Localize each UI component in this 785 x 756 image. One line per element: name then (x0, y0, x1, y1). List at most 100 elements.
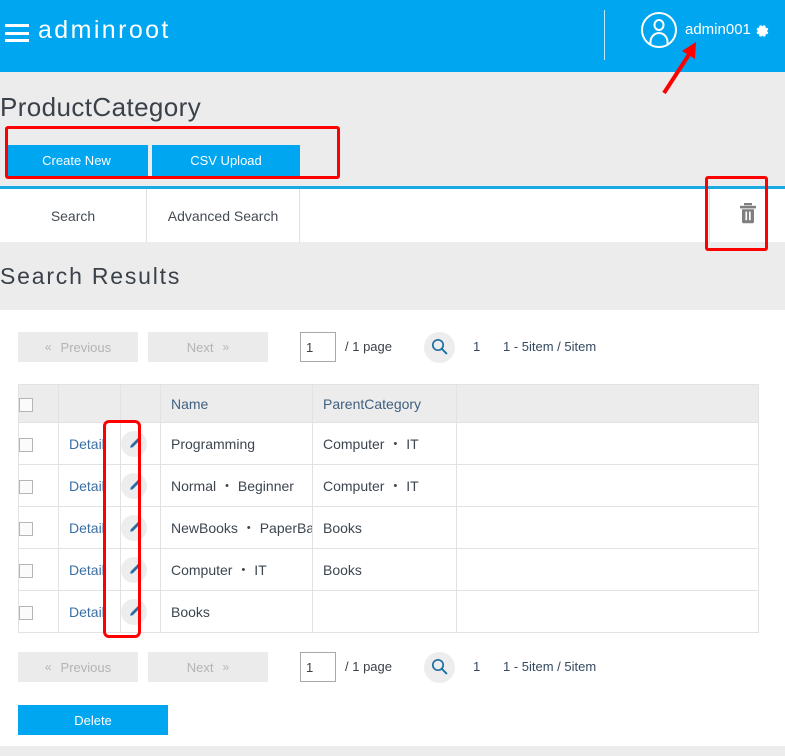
table-body: Detail Programming Computer ・ IT Detail … (18, 422, 759, 633)
go-to-page-search-button-top[interactable] (424, 332, 455, 363)
row-parent-cell: Computer ・ IT (312, 464, 457, 507)
header-detail (58, 384, 121, 423)
table-row: Detail NewBooks ・ PaperBack Books (18, 506, 759, 549)
row-checkbox[interactable] (19, 605, 33, 620)
trash-icon (738, 202, 758, 229)
go-to-page-search-button-bottom[interactable] (424, 652, 455, 683)
row-checkbox-cell (18, 506, 59, 549)
detail-link[interactable]: Detail (69, 436, 105, 452)
brand-title: adminroot (38, 16, 171, 44)
pencil-edit-icon[interactable] (121, 472, 147, 499)
search-icon (431, 338, 448, 358)
row-checkbox-cell (18, 464, 59, 507)
next-page-button-bottom[interactable]: Next » (148, 652, 268, 682)
user-avatar-icon[interactable] (641, 12, 677, 48)
search-icon (431, 658, 448, 678)
row-checkbox-cell (18, 548, 59, 591)
next-page-button-top[interactable]: Next » (148, 332, 268, 362)
tab-strip: Search Advanced Search (0, 186, 785, 242)
tab-search[interactable]: Search (0, 189, 147, 242)
current-page-indicator-top: 1 (473, 339, 481, 354)
item-range-label-bottom: 1 - 5item / 5item (503, 659, 597, 674)
tab-strip-spacer (300, 189, 710, 242)
next-label: Next (186, 339, 214, 355)
previous-label: Previous (60, 659, 112, 675)
page-total-label-bottom: / 1 page (345, 659, 392, 674)
row-checkbox[interactable] (19, 563, 33, 578)
detail-link[interactable]: Detail (69, 520, 105, 536)
app-root: adminroot admin001 ProductCategory Creat… (0, 0, 785, 756)
header-name: Name (160, 384, 313, 423)
create-new-button[interactable]: Create New (5, 145, 148, 176)
header-empty (456, 384, 759, 423)
pencil-edit-icon[interactable] (121, 430, 147, 457)
row-name-cell: Programming (160, 422, 313, 465)
pagination-bottom: « Previous Next » / 1 page 1 1 - 5item /… (0, 652, 785, 698)
hamburger-bar (5, 24, 29, 27)
table-row: Detail Books (18, 590, 759, 633)
row-checkbox-cell (18, 422, 59, 465)
table-row: Detail Normal ・ Beginner Computer ・ IT (18, 464, 759, 507)
row-checkbox[interactable] (19, 437, 33, 452)
row-edit-cell (120, 464, 161, 507)
row-parent-cell: Books (312, 548, 457, 591)
next-chevron-icon: » (222, 660, 230, 674)
page-number-input-top[interactable] (300, 332, 336, 362)
previous-page-button-bottom[interactable]: « Previous (18, 652, 138, 682)
table-header-row: Name ParentCategory (18, 384, 759, 423)
search-results-heading: Search Results (0, 263, 182, 289)
gear-icon[interactable] (754, 23, 770, 43)
row-name-cell: Books (160, 590, 313, 633)
row-detail-cell: Detail (58, 422, 121, 465)
row-name-cell: NewBooks ・ PaperBack (160, 506, 313, 549)
row-checkbox[interactable] (19, 479, 33, 494)
pencil-edit-icon[interactable] (121, 598, 147, 625)
page-number-input-bottom[interactable] (300, 652, 336, 682)
current-page-indicator-bottom: 1 (473, 659, 481, 674)
row-empty-cell (456, 464, 759, 507)
select-all-checkbox[interactable] (19, 397, 33, 412)
previous-label: Previous (60, 339, 112, 355)
hamburger-bar (5, 31, 29, 35)
header-divider (604, 10, 605, 60)
next-chevron-icon: » (222, 340, 230, 354)
delete-button[interactable]: Delete (18, 705, 168, 735)
next-label: Next (186, 659, 214, 675)
detail-link[interactable]: Detail (69, 562, 105, 578)
detail-link[interactable]: Detail (69, 604, 105, 620)
page-title: ProductCategory (0, 92, 202, 122)
row-name-cell: Computer ・ IT (160, 548, 313, 591)
pencil-edit-icon[interactable] (121, 514, 147, 541)
table-row: Detail Computer ・ IT Books (18, 548, 759, 591)
row-edit-cell (120, 590, 161, 633)
row-detail-cell: Detail (58, 590, 121, 633)
hamburger-menu-icon[interactable] (2, 20, 32, 46)
row-empty-cell (456, 506, 759, 549)
table-row: Detail Programming Computer ・ IT (18, 422, 759, 465)
delete-trash-button[interactable] (711, 189, 785, 242)
item-range-label-top: 1 - 5item / 5item (503, 339, 597, 354)
tab-advanced-search[interactable]: Advanced Search (147, 189, 300, 242)
results-table: Name ParentCategory Detail Programming C… (18, 384, 759, 633)
username-label[interactable]: admin001 (685, 21, 751, 38)
row-parent-cell: Books (312, 506, 457, 549)
page-total-label-top: / 1 page (345, 339, 392, 354)
row-detail-cell: Detail (58, 548, 121, 591)
pencil-edit-icon[interactable] (121, 556, 147, 583)
csv-upload-button[interactable]: CSV Upload (152, 145, 300, 176)
previous-chevron-icon: « (44, 340, 52, 354)
results-panel: « Previous Next » / 1 page 1 1 - 5item /… (0, 310, 785, 746)
avatar-head-shape (653, 19, 665, 31)
row-edit-cell (120, 506, 161, 549)
row-parent-cell: Computer ・ IT (312, 422, 457, 465)
row-empty-cell (456, 422, 759, 465)
previous-chevron-icon: « (44, 660, 52, 674)
row-empty-cell (456, 548, 759, 591)
row-detail-cell: Detail (58, 506, 121, 549)
row-checkbox-cell (18, 590, 59, 633)
previous-page-button-top[interactable]: « Previous (18, 332, 138, 362)
detail-link[interactable]: Detail (69, 478, 105, 494)
header-parent-category: ParentCategory (312, 384, 457, 423)
header-edit (120, 384, 161, 423)
row-checkbox[interactable] (19, 521, 33, 536)
